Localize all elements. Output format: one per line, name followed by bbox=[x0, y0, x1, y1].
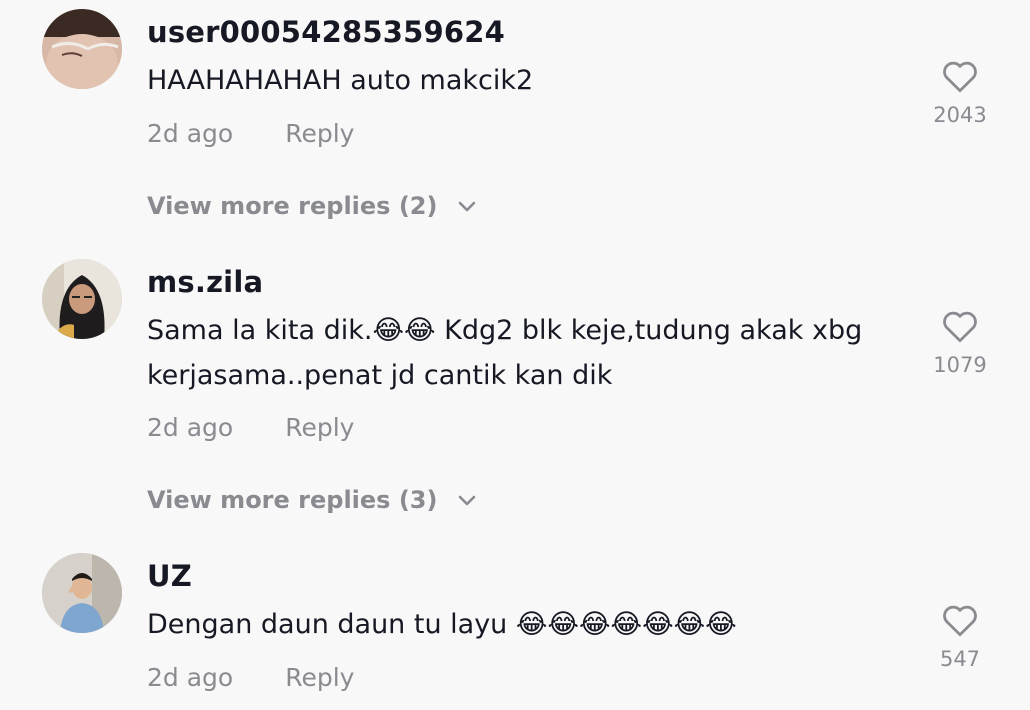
reply-button[interactable]: Reply bbox=[285, 413, 354, 442]
avatar-woman-hijab-icon bbox=[42, 259, 122, 339]
like-control: 2043 bbox=[920, 59, 1000, 127]
avatar[interactable] bbox=[42, 9, 122, 89]
like-control: 547 bbox=[920, 603, 1000, 671]
comment-username[interactable]: UZ bbox=[147, 558, 192, 594]
reply-button[interactable]: Reply bbox=[285, 663, 354, 692]
like-count: 1079 bbox=[933, 353, 987, 377]
comment-text: Dengan daun daun tu layu 😂😂😂😂😂😂😂 bbox=[147, 609, 737, 640]
comment-timestamp: 2d ago bbox=[147, 119, 234, 148]
like-count: 547 bbox=[939, 647, 981, 671]
view-more-label: View more replies (2) bbox=[147, 192, 438, 220]
comment-username[interactable]: ms.zila bbox=[147, 264, 263, 300]
avatar-face-glasses-icon bbox=[42, 9, 122, 89]
comment-timestamp: 2d ago bbox=[147, 413, 234, 442]
comment-text: HAAHAHAHAH auto makcik2 bbox=[147, 65, 534, 96]
comment-text: Sama la kita dik.😂😂 Kdg2 blk keje,tudung… bbox=[147, 315, 863, 391]
avatar[interactable] bbox=[42, 553, 122, 633]
heart-icon[interactable] bbox=[941, 309, 979, 343]
heart-icon[interactable] bbox=[941, 603, 979, 637]
view-more-replies-button[interactable]: View more replies (3) bbox=[147, 485, 476, 515]
comment-username[interactable]: user00054285359624 bbox=[147, 14, 505, 50]
chevron-down-icon bbox=[458, 495, 476, 506]
heart-icon[interactable] bbox=[941, 59, 979, 93]
comment-meta: 2d ago Reply bbox=[147, 413, 354, 443]
view-more-replies-button[interactable]: View more replies (2) bbox=[147, 191, 476, 221]
avatar-man-shirt-icon bbox=[42, 553, 122, 633]
like-control: 1079 bbox=[920, 309, 1000, 377]
chevron-down-icon bbox=[458, 201, 476, 212]
like-count: 2043 bbox=[933, 103, 987, 127]
comment-meta: 2d ago Reply bbox=[147, 663, 354, 693]
comment-timestamp: 2d ago bbox=[147, 663, 234, 692]
comment-meta: 2d ago Reply bbox=[147, 119, 354, 149]
view-more-label: View more replies (3) bbox=[147, 486, 438, 514]
reply-button[interactable]: Reply bbox=[285, 119, 354, 148]
avatar[interactable] bbox=[42, 259, 122, 339]
